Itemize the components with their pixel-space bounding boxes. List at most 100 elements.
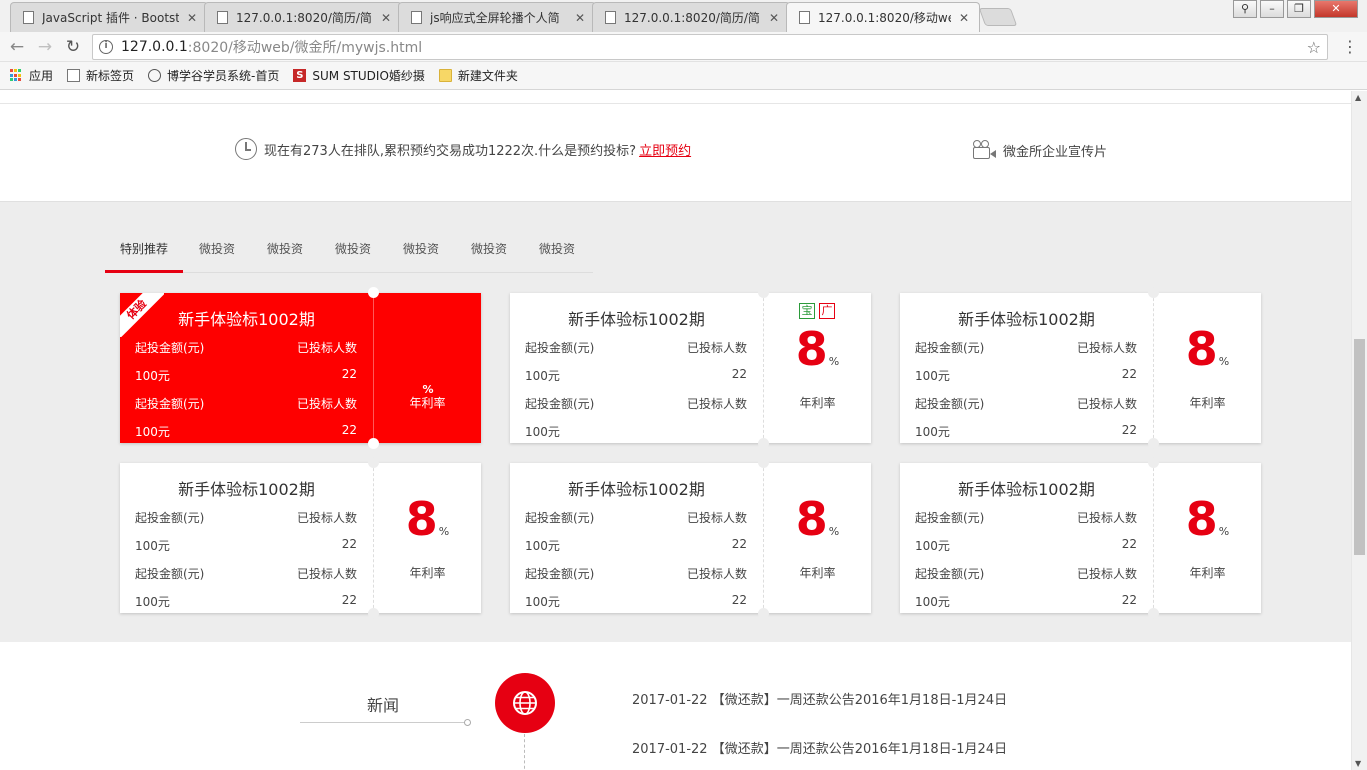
browser-tab-label: 127.0.0.1:8020/移动we — [818, 11, 951, 25]
tab-close-icon[interactable]: ✕ — [379, 11, 393, 25]
scroll-up-icon[interactable]: ▲ — [1355, 93, 1361, 102]
scroll-down-icon[interactable]: ▼ — [1355, 759, 1361, 768]
label-investor-count: 已投标人数 — [686, 397, 747, 411]
bookmark-label: 应用 — [29, 69, 54, 83]
card-title: 新手体验标1002期 — [568, 310, 705, 329]
badge-bao: 宝 — [799, 303, 815, 319]
investor-count: 22 — [341, 593, 357, 607]
product-card[interactable]: 新手体验标1002期 起投金额(元) 已投标人数 100元 22 起投金额(元) 已投… — [510, 287, 871, 449]
tab-micro-invest[interactable]: 微投资 — [387, 238, 455, 273]
product-card[interactable]: 新手体验标1002期 起投金额(元) 已投标人数 100元 22 起投金额(元) 已投… — [900, 287, 1261, 449]
tab-close-icon[interactable]: ✕ — [185, 11, 199, 25]
promo-video-link[interactable]: 微金所企业宣传片 — [973, 140, 1107, 160]
browser-tab-label: 127.0.0.1:8020/简历/简 — [624, 11, 760, 25]
news-item[interactable]: 2017-01-22 【微还款】一周还款公告2016年1月18日-1月24日 — [632, 738, 1007, 757]
card-title: 新手体验标1002期 — [178, 480, 315, 499]
forward-arrow-icon[interactable]: → — [34, 36, 56, 58]
document-icon — [605, 11, 616, 24]
label-investor-count: 已投标人数 — [1076, 567, 1137, 581]
investor-count: 22 — [1121, 367, 1137, 381]
back-arrow-icon[interactable]: ← — [6, 36, 28, 58]
tab-close-icon[interactable]: ✕ — [767, 11, 781, 25]
menu-kebab-icon[interactable]: ⋮ — [1342, 36, 1358, 58]
bookmark-boxuegu[interactable]: 博学谷学员系统-首页 — [148, 67, 279, 84]
products-section: 特别推荐 微投资 微投资 微投资 微投资 微投资 微投资 体验 新手体验标100… — [0, 201, 1351, 642]
investor-count: 22 — [341, 537, 357, 551]
bookmark-sumstudio[interactable]: S SUM STUDIO婚纱摄 — [293, 67, 425, 84]
label-min-amount: 起投金额(元) — [915, 397, 985, 411]
timeline-line — [524, 734, 525, 770]
bookmark-folder[interactable]: 新建文件夹 — [438, 67, 518, 84]
globe-icon — [495, 673, 555, 733]
min-amount: 100元 — [915, 425, 950, 439]
tab-micro-invest[interactable]: 微投资 — [319, 238, 387, 273]
tab-micro-invest[interactable]: 微投资 — [251, 238, 319, 273]
product-card[interactable]: 新手体验标1002期 起投金额(元) 已投标人数 100元 22 起投金额(元) 已投… — [510, 457, 871, 619]
tab-micro-invest[interactable]: 微投资 — [183, 238, 251, 273]
interest-rate: 8% — [1185, 322, 1230, 376]
investor-count: 22 — [341, 423, 357, 437]
interest-rate: 8% — [795, 492, 840, 546]
url-path: :8020/移动web/微金所/mywjs.html — [187, 40, 423, 56]
maximize-icon[interactable]: ❐ — [1287, 0, 1311, 18]
user-icon[interactable]: ⚲ — [1233, 0, 1257, 18]
product-card[interactable]: 新手体验标1002期 起投金额(元) 已投标人数 100元 22 起投金额(元) 已投… — [120, 457, 481, 619]
label-min-amount: 起投金额(元) — [135, 567, 205, 581]
address-bar[interactable]: i 127.0.0.1 :8020/移动web/微金所/mywjs.html ☆ — [92, 34, 1328, 60]
product-card[interactable]: 新手体验标1002期 起投金额(元) 已投标人数 100元 22 起投金额(元) 已投… — [900, 457, 1261, 619]
label-investor-count: 已投标人数 — [686, 511, 747, 525]
news-text: 【微还款】一周还款公告2016年1月18日-1月24日 — [711, 693, 1008, 708]
document-icon — [217, 11, 228, 24]
queue-info: 现在有273人在排队,累积预约交易成功1222次.什么是预约投标? 立即预约 — [235, 138, 691, 160]
page-scrollbar[interactable]: ▲ ▼ — [1351, 91, 1367, 770]
label-investor-count: 已投标人数 — [1076, 511, 1137, 525]
label-min-amount: 起投金额(元) — [525, 397, 595, 411]
video-camera-icon — [973, 140, 997, 160]
product-tabs: 特别推荐 微投资 微投资 微投资 微投资 微投资 微投资 — [105, 238, 593, 273]
bookmarks-bar: 应用 新标签页 博学谷学员系统-首页 S SUM STUDIO婚纱摄 新建文件夹 — [0, 62, 1367, 90]
news-heading: 新闻 — [366, 696, 399, 715]
tab-featured[interactable]: 特别推荐 — [105, 238, 183, 273]
rate-label: 年利率 — [799, 396, 836, 410]
tab-micro-invest[interactable]: 微投资 — [455, 238, 523, 273]
investor-count: 22 — [731, 593, 747, 607]
product-card[interactable]: 体验 新手体验标1002期 起投金额(元) 已投标人数 100元 22 起投金额(元… — [120, 287, 481, 449]
investor-count: 22 — [731, 367, 747, 381]
tab-close-icon[interactable]: ✕ — [573, 11, 587, 25]
minimize-icon[interactable]: – — [1260, 0, 1284, 18]
new-tab-button[interactable] — [978, 8, 1018, 26]
tab-close-icon[interactable]: ✕ — [957, 11, 971, 25]
news-item[interactable]: 2017-01-22 【微还款】一周还款公告2016年1月18日-1月24日 — [632, 689, 1007, 708]
browser-tab[interactable]: js响应式全屏轮播个人简 ✕ — [398, 2, 596, 32]
browser-tab[interactable]: 127.0.0.1:8020/简历/简 ✕ — [204, 2, 402, 32]
window-close-icon[interactable]: ✕ — [1314, 0, 1358, 18]
min-amount: 100元 — [135, 539, 170, 553]
rate-label: 年利率 — [799, 566, 836, 580]
news-section: 新闻 2017-01-22 【微还款】一周还款公告2016年1月18日-1月24… — [0, 642, 1351, 770]
document-icon — [411, 11, 422, 24]
bookmark-star-icon[interactable]: ☆ — [1307, 38, 1321, 57]
card-title: 新手体验标1002期 — [178, 310, 315, 329]
folder-icon — [438, 69, 452, 82]
browser-tab-active[interactable]: 127.0.0.1:8020/移动we ✕ — [786, 2, 980, 32]
bookmark-apps[interactable]: 应用 — [10, 67, 53, 84]
reserve-now-link[interactable]: 立即预约 — [639, 140, 691, 159]
scrollbar-thumb[interactable] — [1354, 339, 1365, 555]
browser-tab[interactable]: JavaScript 插件 · Bootst ✕ — [10, 2, 208, 32]
card-title: 新手体验标1002期 — [568, 480, 705, 499]
label-min-amount: 起投金额(元) — [135, 397, 205, 411]
label-investor-count: 已投标人数 — [686, 341, 747, 355]
document-icon — [799, 11, 810, 24]
min-amount: 100元 — [135, 425, 170, 439]
news-date: 2017-01-22 — [632, 742, 708, 757]
site-info-icon[interactable]: i — [99, 40, 113, 54]
tab-micro-invest[interactable]: 微投资 — [523, 238, 591, 273]
bookmark-newtab[interactable]: 新标签页 — [67, 67, 134, 84]
label-investor-count: 已投标人数 — [296, 397, 357, 411]
min-amount: 100元 — [135, 369, 170, 383]
interest-rate: 8% — [405, 492, 450, 546]
browser-tab[interactable]: 127.0.0.1:8020/简历/简 ✕ — [592, 2, 790, 32]
label-min-amount: 起投金额(元) — [135, 511, 205, 525]
reload-icon[interactable]: ↻ — [62, 36, 84, 58]
queue-text: 现在有273人在排队,累积预约交易成功1222次.什么是预约投标? — [264, 143, 637, 159]
